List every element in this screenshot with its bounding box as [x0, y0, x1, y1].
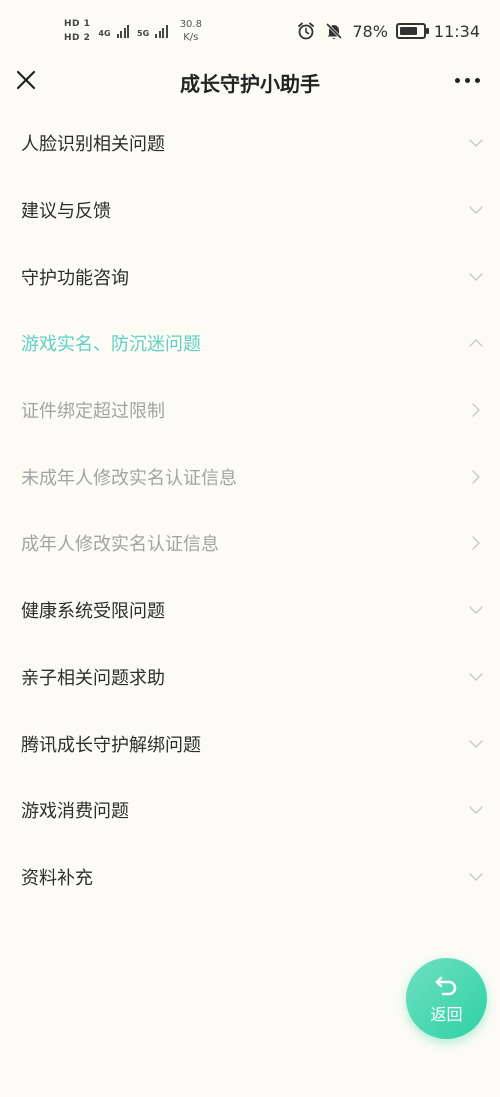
chevron-down-icon	[469, 606, 483, 614]
menu-item[interactable]: 游戏实名、防沉迷问题	[0, 310, 500, 377]
page-title: 成长守护小助手	[180, 72, 320, 96]
chevron-down-icon	[469, 206, 483, 214]
submenu-item[interactable]: 成年人修改实名认证信息	[0, 510, 500, 577]
return-button-label: 返回	[430, 1004, 463, 1024]
signal-4g: 4G	[98, 24, 130, 38]
sim1-label: HD 1	[64, 19, 91, 29]
network-speed-value: 30.8	[179, 19, 202, 30]
network-type-4g: 4G	[98, 29, 111, 38]
menu-item[interactable]: 资料补充	[0, 844, 500, 911]
menu-item-label: 游戏实名、防沉迷问题	[21, 334, 201, 356]
chevron-right-icon	[472, 536, 480, 551]
chevron-down-icon	[469, 139, 483, 148]
bell-off-icon	[326, 22, 343, 40]
alarm-icon	[298, 22, 315, 40]
signal-bars-icon	[155, 24, 168, 38]
chevron-down-icon	[469, 873, 483, 881]
menu-item[interactable]: 建议与反馈	[0, 177, 500, 244]
chevron-right-icon	[472, 470, 480, 484]
chevron-down-icon	[469, 739, 483, 748]
return-arrow-icon	[435, 976, 456, 995]
menu-item-label: 证件绑定超过限制	[21, 401, 165, 423]
menu-item-label: 人脸识别相关问题	[21, 134, 165, 156]
menu-item[interactable]: 健康系统受限问题	[0, 577, 500, 644]
menu-item-label: 守护功能咨询	[21, 267, 129, 289]
faq-menu: 人脸识别相关问题 建议与反馈守护功能咨询游戏实名、防沉迷问题 证件绑定超过限制未成年…	[0, 110, 500, 910]
chevron-down-icon	[469, 673, 483, 681]
battery-percent: 78%	[352, 21, 388, 41]
chevron-right-icon	[472, 403, 480, 417]
menu-item-label: 游戏消费问题	[21, 801, 129, 823]
sim2-label: HD 2	[64, 33, 91, 43]
network-type-5g: 5G	[137, 29, 150, 38]
system-status: 78% 11:34	[296, 18, 480, 44]
menu-item[interactable]: 亲子相关问题求助	[0, 644, 500, 711]
menu-item-label: 亲子相关问题求助	[21, 667, 165, 689]
menu-item-label: 健康系统受限问题	[21, 601, 165, 623]
more-icon[interactable]	[455, 78, 480, 83]
submenu-item[interactable]: 未成年人修改实名认证信息	[0, 443, 500, 510]
menu-item[interactable]: 守护功能咨询	[0, 243, 500, 310]
battery-icon	[395, 23, 429, 39]
chevron-down-icon	[469, 273, 483, 281]
menu-item[interactable]: 腾讯成长守护解绑问题	[0, 710, 500, 777]
network-status: HD 1 HD 2 4G 5G 30.8 K/s	[64, 14, 202, 48]
sim-indicators: HD 1 HD 2	[64, 19, 90, 43]
menu-item-label: 腾讯成长守护解绑问题	[21, 734, 201, 756]
network-speed: 30.8 K/s	[180, 18, 202, 44]
signal-bars-icon	[116, 24, 130, 38]
chevron-up-icon	[469, 339, 483, 348]
return-button[interactable]: 返回	[406, 958, 487, 1039]
menu-item-label: 资料补充	[21, 867, 93, 889]
top-bar: 成长守护小助手	[0, 62, 500, 102]
menu-item[interactable]: 人脸识别相关问题	[0, 110, 500, 177]
chevron-down-icon	[469, 806, 483, 814]
network-speed-unit: K/s	[183, 32, 199, 43]
signal-5g: 5G	[137, 24, 168, 38]
menu-item-label: 成年人修改实名认证信息	[21, 534, 219, 556]
status-bar: HD 1 HD 2 4G 5G 30.8 K/s 78% 11:34	[0, 0, 500, 62]
submenu-item[interactable]: 证件绑定超过限制	[0, 377, 500, 444]
menu-item[interactable]: 游戏消费问题	[0, 777, 500, 844]
clock: 11:34	[433, 21, 480, 41]
menu-item-label: 未成年人修改实名认证信息	[21, 467, 237, 489]
battery-level	[399, 27, 418, 35]
menu-item-label: 建议与反馈	[21, 201, 111, 223]
